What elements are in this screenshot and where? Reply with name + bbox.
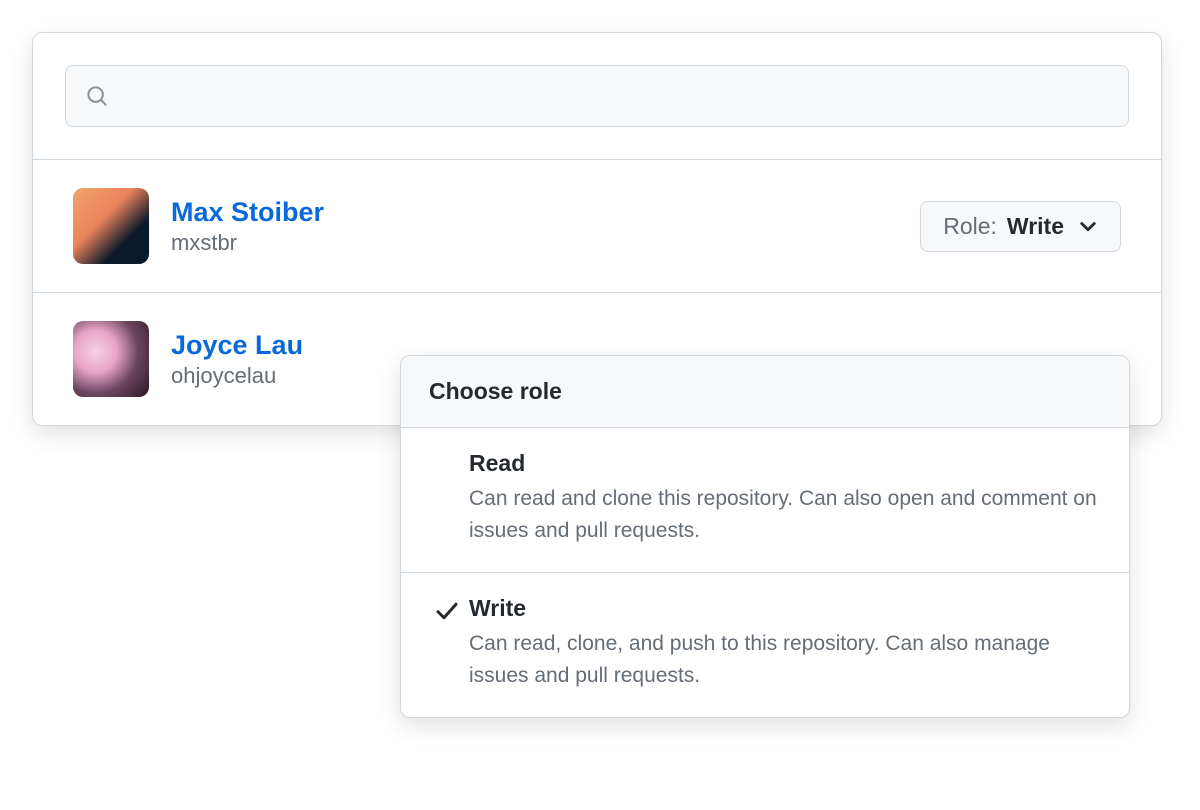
role-selector-button[interactable]: Role: Write [920, 201, 1121, 252]
option-content: Write Can read, clone, and push to this … [469, 595, 1105, 691]
user-info: Max Stoiber mxstbr [171, 197, 920, 256]
role-value: Write [1007, 213, 1064, 240]
option-description: Can read and clone this repository. Can … [469, 483, 1105, 546]
check-slot [425, 450, 469, 454]
search-section [33, 33, 1161, 159]
avatar [73, 188, 149, 264]
option-title: Write [469, 595, 1105, 622]
role-option-write[interactable]: Write Can read, clone, and push to this … [401, 573, 1129, 717]
check-slot [425, 595, 469, 623]
avatar [73, 321, 149, 397]
role-label: Role: [943, 213, 997, 240]
chevron-down-icon [1078, 216, 1098, 236]
search-icon [86, 85, 108, 107]
search-input[interactable] [108, 86, 1108, 107]
option-title: Read [469, 450, 1105, 477]
user-handle: mxstbr [171, 230, 920, 256]
option-content: Read Can read and clone this repository.… [469, 450, 1105, 546]
role-dropdown: Choose role Read Can read and clone this… [400, 355, 1130, 718]
role-option-read[interactable]: Read Can read and clone this repository.… [401, 428, 1129, 573]
option-description: Can read, clone, and push to this reposi… [469, 628, 1105, 691]
search-wrapper[interactable] [65, 65, 1129, 127]
user-row: Max Stoiber mxstbr Role: Write [33, 159, 1161, 292]
check-icon [435, 599, 459, 623]
dropdown-header: Choose role [401, 356, 1129, 428]
user-name-link[interactable]: Max Stoiber [171, 197, 920, 228]
